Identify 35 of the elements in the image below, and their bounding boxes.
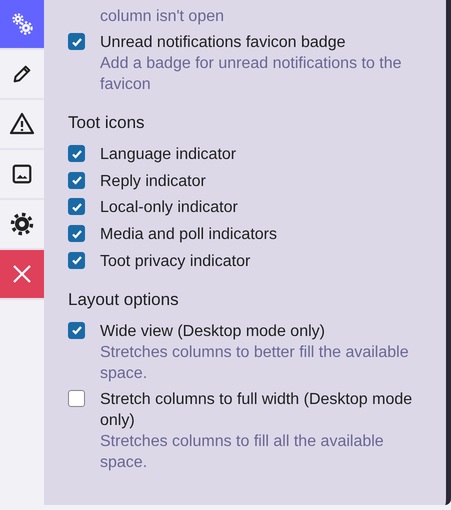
- checkmark-icon: [70, 324, 82, 336]
- close-icon: [12, 264, 32, 284]
- option-description: Add a badge for unread notifications to the favicon: [100, 54, 403, 95]
- checkbox[interactable]: [68, 322, 85, 339]
- image-icon: [11, 163, 33, 185]
- checkmark-icon: [70, 228, 82, 240]
- checkmark-icon: [70, 174, 82, 186]
- option-description: column isn't open: [99, 7, 226, 27]
- option-label: Language indicator: [100, 145, 236, 165]
- option-label: Wide view (Desktop mode only): [100, 322, 326, 342]
- checkbox[interactable]: [68, 145, 85, 162]
- checkmark-icon: [70, 200, 82, 213]
- checkbox[interactable]: [68, 33, 85, 50]
- checkbox[interactable]: [68, 198, 85, 216]
- checkmark-icon: [70, 254, 82, 266]
- section-heading: Layout options: [68, 288, 180, 311]
- checkmark-icon: [70, 36, 82, 48]
- checkbox[interactable]: [68, 225, 85, 242]
- section-heading: Toot icons: [68, 112, 146, 134]
- option-description: Stretches columns to better fill the available space.: [100, 342, 410, 384]
- checkbox[interactable]: [68, 390, 85, 408]
- warning-icon: [9, 112, 35, 136]
- settings-icon: [10, 212, 34, 236]
- pencil-icon: [11, 63, 33, 85]
- option-description: Stretches columns to fill all the available space.: [100, 432, 385, 474]
- option-label: Media and poll indicators: [100, 225, 277, 246]
- option-label: Stretch columns to full width (Desktop mode only): [100, 390, 414, 432]
- option-label: Toot privacy indicator: [100, 252, 250, 272]
- option-label: Unread notifications favicon badge: [100, 33, 346, 53]
- option-label: Local-only indicator: [100, 198, 238, 218]
- checkbox[interactable]: [68, 172, 85, 189]
- option-label: Reply indicator: [100, 172, 206, 192]
- checkmark-icon: [70, 148, 82, 160]
- checkbox[interactable]: [68, 252, 85, 269]
- gears-icon: [10, 12, 34, 36]
